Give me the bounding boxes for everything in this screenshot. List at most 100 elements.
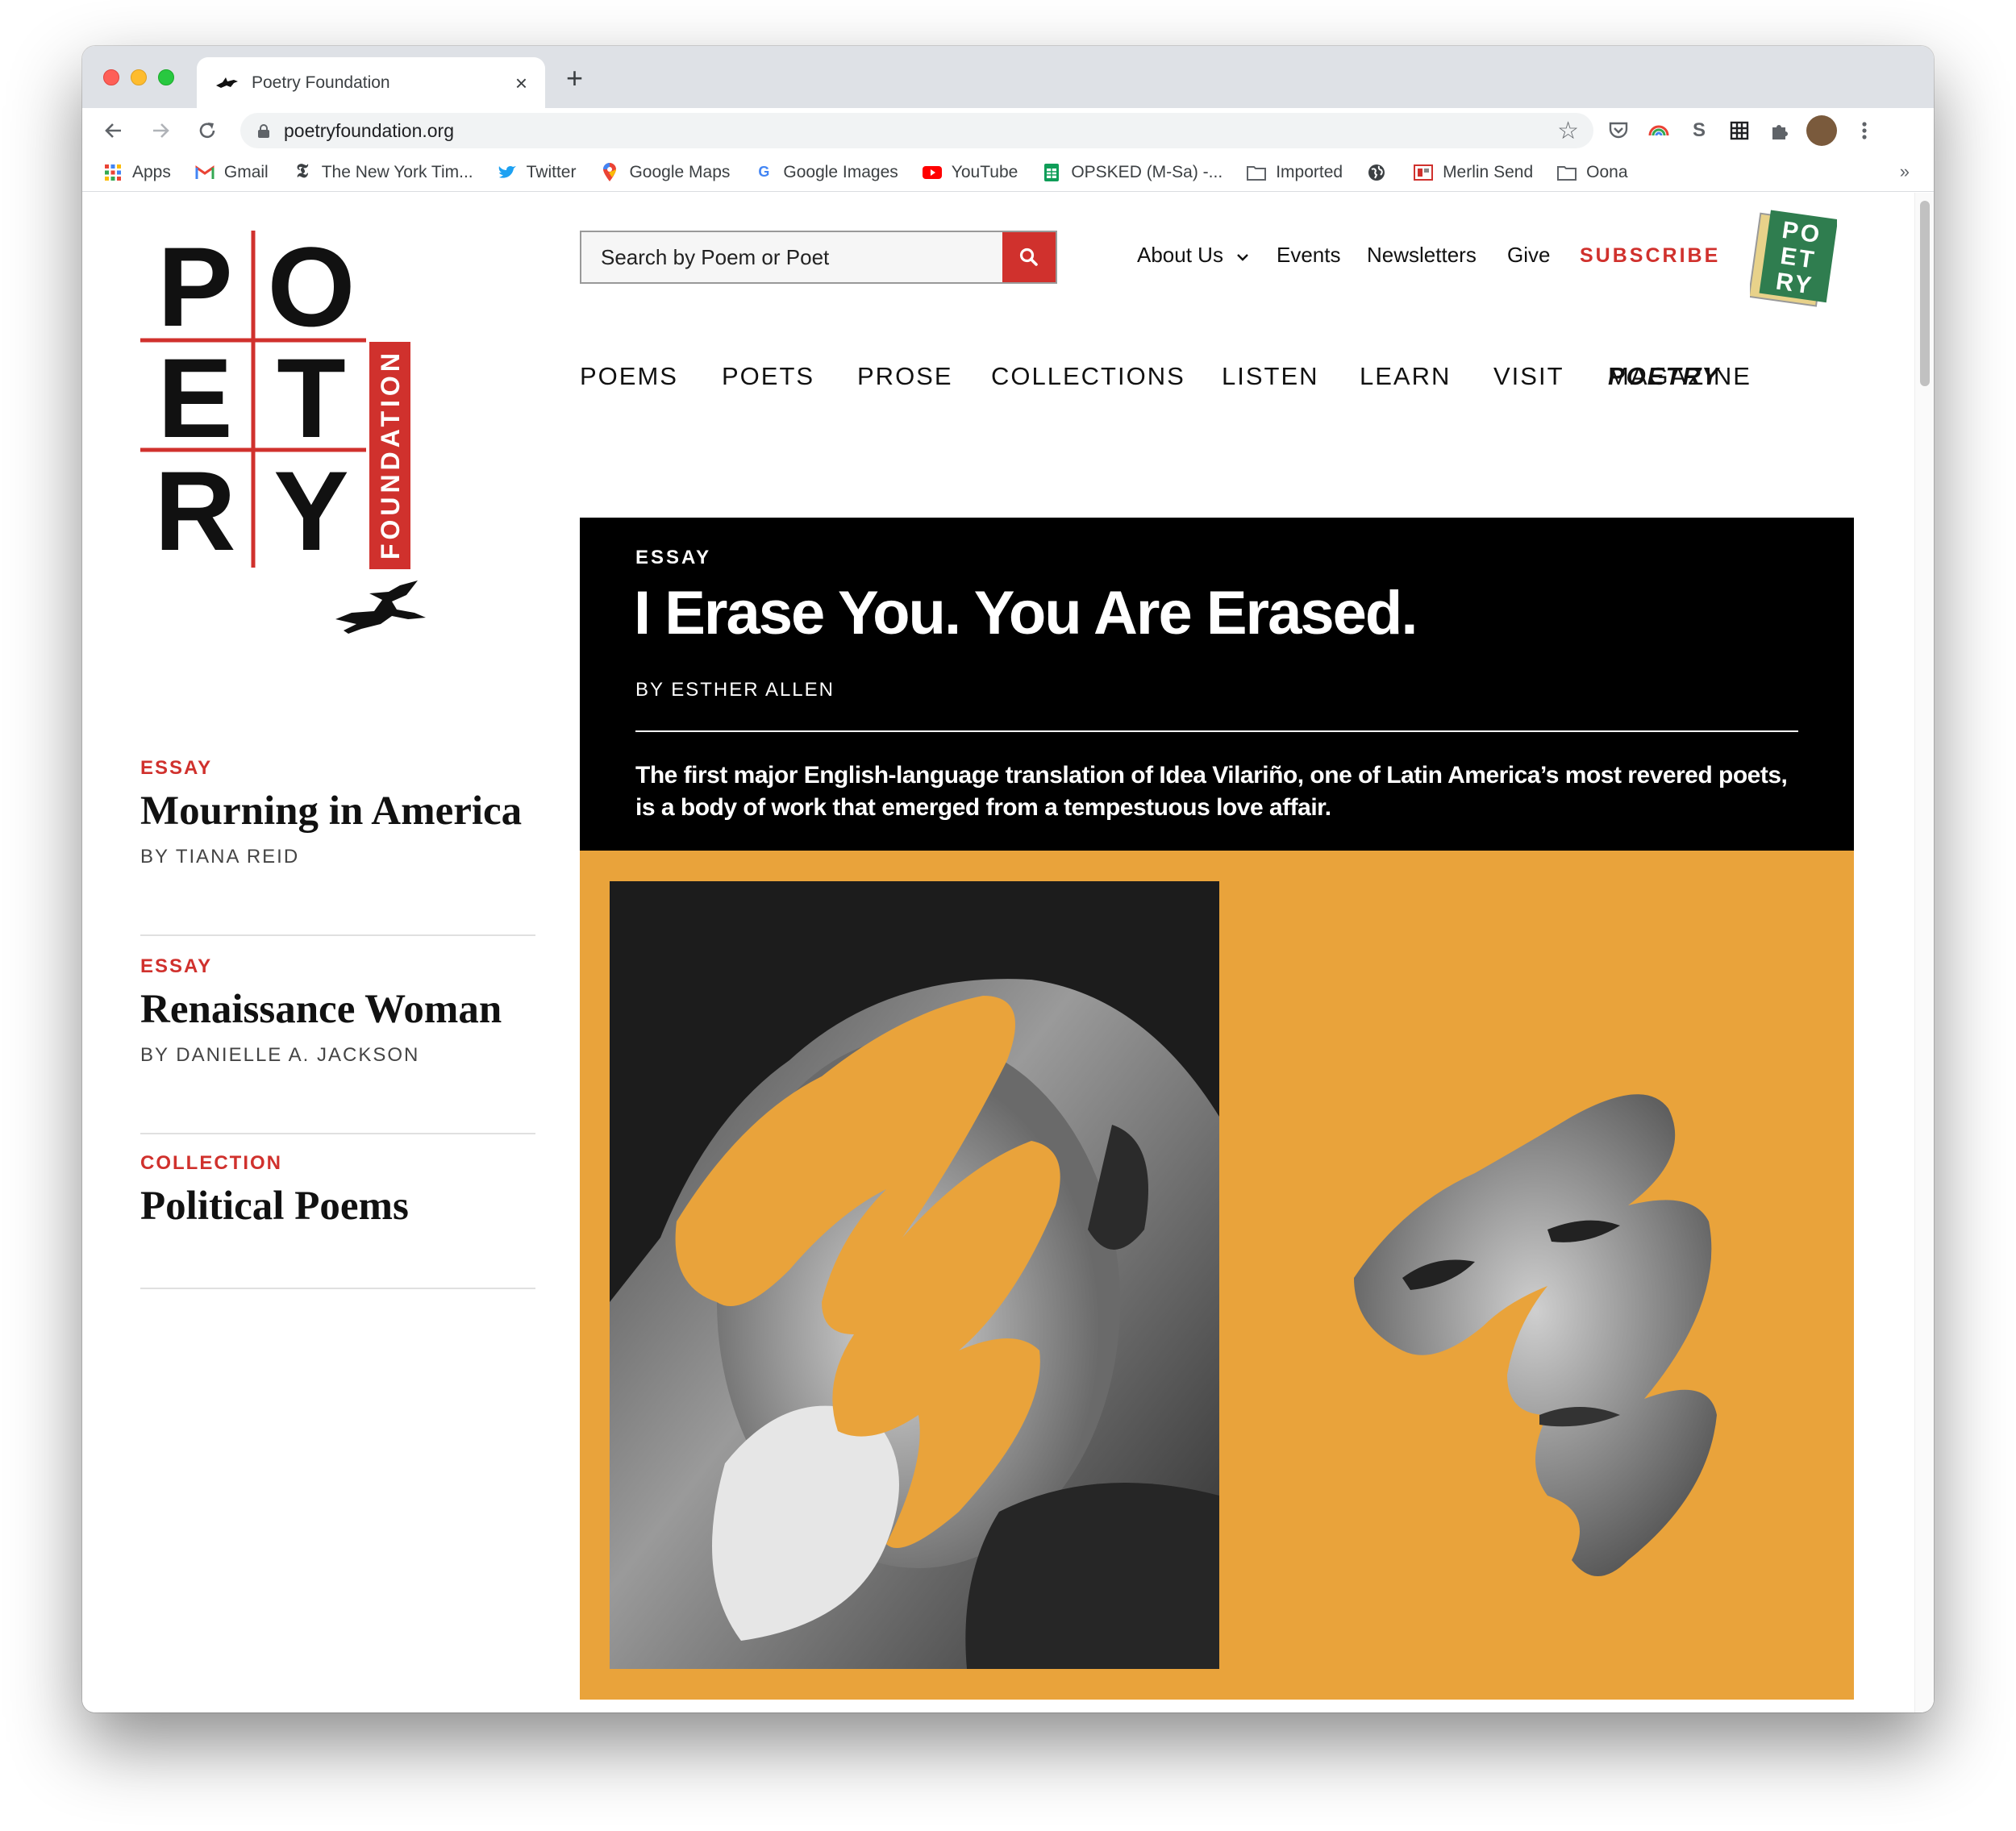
tab-close-icon[interactable]: ×	[515, 73, 527, 94]
nav-prose[interactable]: PROSE	[857, 362, 953, 391]
sidebar-byline[interactable]: BY TIANA REID	[140, 846, 535, 868]
nyt-icon: 𝕿	[296, 161, 309, 182]
close-window-button[interactable]	[103, 69, 119, 85]
bookmark-youtube[interactable]: YouTube	[922, 162, 1018, 182]
folder-icon	[1557, 163, 1577, 182]
sidebar-feature[interactable]: COLLECTION Political Poems	[140, 1152, 535, 1289]
hero-byline[interactable]: BY ESTHER ALLEN	[635, 679, 835, 701]
hero-feature[interactable]: ESSAY I Erase You. You Are Erased. BY ES…	[580, 518, 1854, 851]
bookmark-label: The New York Tim...	[321, 162, 473, 181]
sidebar-category: ESSAY	[140, 955, 213, 977]
bookmark-merlin-send[interactable]: Merlin Send	[1414, 163, 1533, 182]
back-icon[interactable]	[100, 117, 127, 144]
bookmark-google-maps[interactable]: Google Maps	[600, 162, 730, 182]
browser-tab[interactable]: Poetry Foundation ×	[197, 57, 545, 108]
main-nav: POEMS POETS PROSE COLLECTIONS LISTEN LEA…	[580, 362, 1854, 402]
browser-menu-icon[interactable]	[1852, 119, 1876, 143]
page-scrollbar[interactable]	[1914, 193, 1934, 1712]
scrollbar-thumb[interactable]	[1920, 201, 1930, 386]
nav-poetry-magazine[interactable]: POETRY MAGAZINE	[1608, 362, 1752, 391]
folder-icon	[1247, 163, 1267, 182]
rainbow-extension-icon[interactable]	[1647, 119, 1671, 143]
magazine-label-italic: POETRY	[1608, 362, 1720, 390]
bookmark-label: OPSKED (M-Sa) -...	[1071, 162, 1223, 181]
globe-icon	[1367, 163, 1386, 182]
bookmark-nyt[interactable]: 𝕿 The New York Tim...	[293, 161, 473, 182]
hero-dek: The first major English-language transla…	[635, 762, 1788, 821]
bookmark-gmail[interactable]: Gmail	[195, 163, 269, 182]
forward-icon[interactable]	[147, 117, 174, 144]
bookmark-label: Google Images	[783, 162, 898, 181]
youtube-icon	[922, 163, 942, 182]
pegasus-favicon-icon	[216, 77, 238, 88]
bookmark-label: Apps	[132, 162, 171, 181]
minimize-window-button[interactable]	[131, 69, 147, 85]
tab-title: Poetry Foundation	[252, 73, 390, 92]
browser-window: Poetry Foundation × + poetryfoundation.o…	[82, 46, 1934, 1712]
badge-letters: RY	[1774, 268, 1815, 299]
url-text[interactable]: poetryfoundation.org	[284, 120, 1557, 142]
bookmark-star-icon[interactable]: ☆	[1557, 117, 1579, 145]
collage-illustration	[610, 881, 1717, 1669]
bookmark-globe[interactable]	[1367, 163, 1396, 182]
chevron-down-icon	[1237, 254, 1249, 261]
bookmark-apps[interactable]: Apps	[103, 163, 171, 182]
hero-category: ESSAY	[635, 547, 712, 568]
sidebar-title[interactable]: Mourning in America	[140, 788, 535, 834]
pocket-icon[interactable]	[1606, 119, 1631, 143]
logo-letter-r: R	[154, 447, 235, 574]
sidebar-category: ESSAY	[140, 757, 213, 779]
poetry-foundation-logo[interactable]: P O E T R Y FOUNDATION	[140, 229, 455, 648]
google-maps-icon	[600, 162, 619, 182]
logo-letter-o: O	[268, 229, 356, 350]
hero-title[interactable]: I Erase You. You Are Erased.	[634, 578, 1418, 648]
subscribe-link[interactable]: SUBSCRIBE	[1580, 244, 1720, 268]
address-bar[interactable]: poetryfoundation.org ☆	[240, 113, 1593, 148]
bookmark-opsked[interactable]: OPSKED (M-Sa) -...	[1042, 163, 1223, 182]
search-input[interactable]	[581, 232, 1002, 282]
bookmark-label: Oona	[1586, 162, 1628, 181]
browser-toolbar: poetryfoundation.org ☆ S	[82, 108, 1934, 153]
grid-extension-icon[interactable]	[1727, 119, 1752, 143]
lock-icon[interactable]	[258, 123, 269, 138]
twitter-icon	[498, 163, 517, 182]
sidebar-feature[interactable]: ESSAY Renaissance Woman BY DANIELLE A. J…	[140, 955, 535, 1134]
new-tab-button[interactable]: +	[566, 64, 583, 93]
site-search	[580, 231, 1057, 284]
extensions-puzzle-icon[interactable]	[1768, 119, 1792, 143]
profile-avatar[interactable]	[1806, 115, 1837, 146]
newsletters-link[interactable]: Newsletters	[1367, 243, 1477, 268]
sidebar-byline[interactable]: BY DANIELLE A. JACKSON	[140, 1044, 535, 1067]
gmail-icon	[195, 163, 215, 182]
about-us-label: About Us	[1137, 243, 1223, 267]
bookmark-imported[interactable]: Imported	[1247, 163, 1343, 182]
nav-poets[interactable]: POETS	[722, 362, 814, 391]
zoom-window-button[interactable]	[158, 69, 174, 85]
about-us-menu[interactable]: About Us	[1137, 243, 1250, 268]
poetry-magazine-badge[interactable]: PO ET RY	[1750, 207, 1837, 309]
hero-image[interactable]	[580, 851, 1854, 1700]
sheets-icon	[1042, 163, 1061, 182]
nav-visit[interactable]: VISIT	[1493, 362, 1564, 391]
nav-listen[interactable]: LISTEN	[1222, 362, 1319, 391]
bookmark-label: YouTube	[951, 162, 1018, 181]
bookmark-label: Merlin Send	[1443, 162, 1534, 181]
events-link[interactable]: Events	[1277, 243, 1341, 268]
reload-icon[interactable]	[194, 117, 221, 144]
bookmark-google-images[interactable]: G Google Images	[754, 163, 898, 182]
bookmarks-overflow-button[interactable]: »	[1900, 161, 1910, 182]
logo-foundation-text: FOUNDATION	[376, 349, 405, 560]
bookmark-label: Imported	[1276, 162, 1343, 181]
bookmark-oona[interactable]: Oona	[1557, 162, 1628, 182]
s-extension-icon[interactable]: S	[1687, 119, 1711, 143]
sidebar-title[interactable]: Political Poems	[140, 1183, 535, 1230]
apps-grid-icon	[103, 163, 123, 182]
bookmark-twitter[interactable]: Twitter	[498, 163, 576, 182]
search-button[interactable]	[1002, 232, 1056, 282]
nav-poems[interactable]: POEMS	[580, 362, 678, 391]
sidebar-title[interactable]: Renaissance Woman	[140, 986, 535, 1033]
give-link[interactable]: Give	[1507, 243, 1550, 268]
nav-collections[interactable]: COLLECTIONS	[991, 362, 1185, 391]
sidebar-feature[interactable]: ESSAY Mourning in America BY TIANA REID	[140, 757, 535, 936]
nav-learn[interactable]: LEARN	[1360, 362, 1451, 391]
